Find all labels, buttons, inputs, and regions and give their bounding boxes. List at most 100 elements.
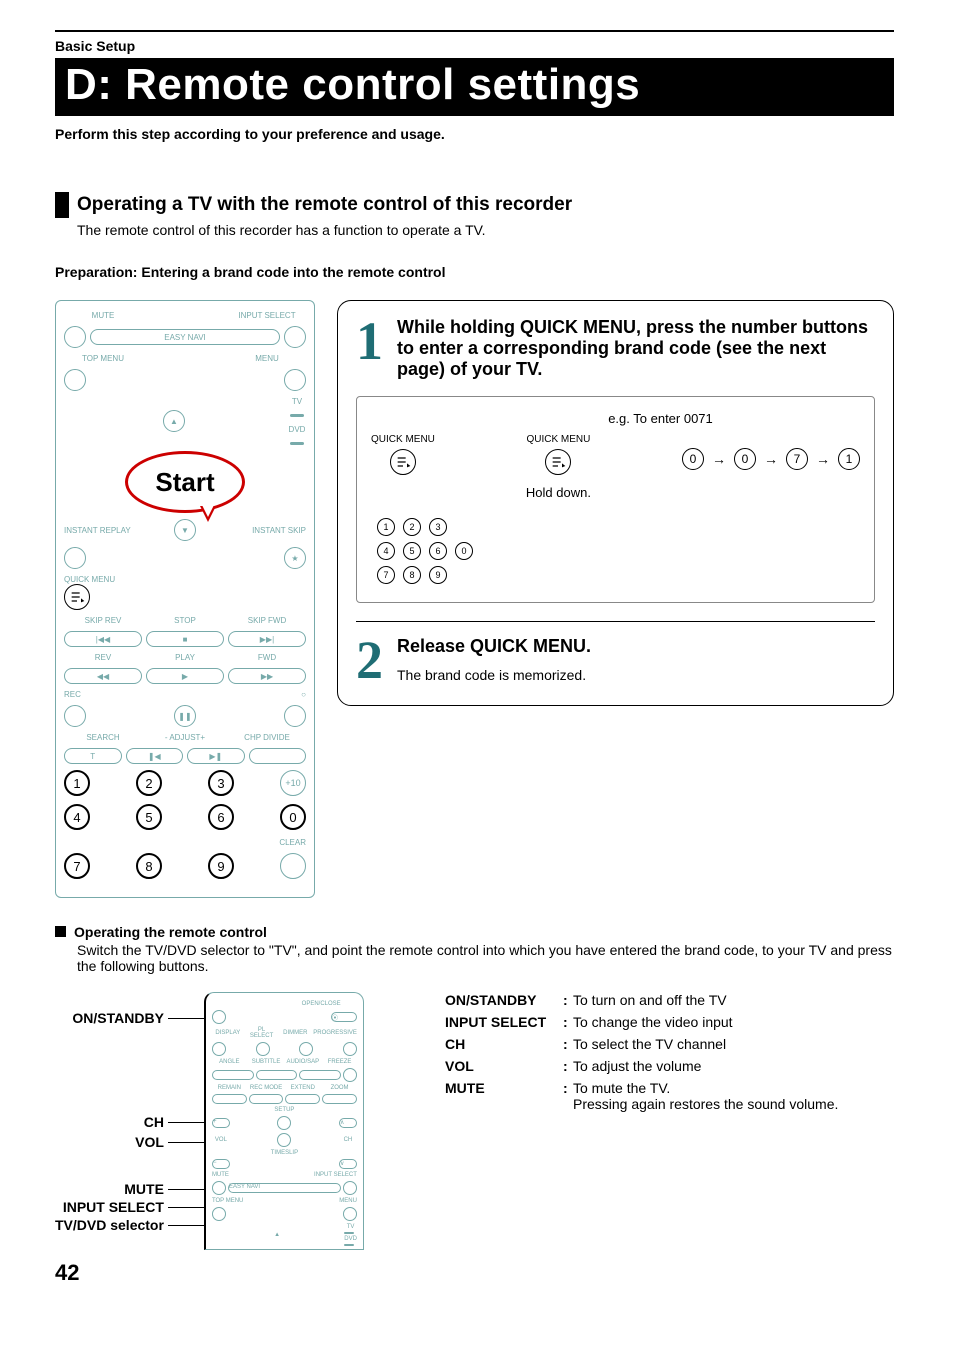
num-9-button: 9 (208, 853, 234, 879)
arrow-icon: → (816, 451, 830, 467)
adjust-label: - ADJUST+ (146, 733, 224, 742)
lbl-selector: TV/DVD selector (55, 1217, 164, 1233)
step-2-title: Release QUICK MENU. (397, 636, 875, 657)
quick-menu-label: QUICK MENU (64, 575, 115, 584)
steps-box: 1 While holding QUICK MENU, press the nu… (337, 300, 894, 706)
operating-desc: The remote control of this recorder has … (77, 222, 894, 238)
num-6-button: 6 (208, 804, 234, 830)
search-label: SEARCH (64, 733, 142, 742)
title-bar: D: Remote control settings (55, 58, 894, 116)
tv-slot-icon (290, 414, 304, 417)
def-body-mute-1: To mute the TV. (573, 1080, 894, 1096)
adjust-fwd-button: ▶❚ (187, 748, 245, 764)
standby-icon (212, 1010, 226, 1024)
step-1-title: While holding QUICK MENU, press the numb… (397, 317, 875, 380)
quick-menu-caption-2: QUICK MENU (526, 434, 590, 445)
open-close-icon: ⦿ (331, 1012, 357, 1022)
instant-replay-label: INSTANT REPLAY (64, 526, 170, 535)
play-button: ▶ (146, 668, 224, 684)
chp-divide-button (249, 748, 307, 764)
stop-button: ■ (146, 631, 224, 647)
lbl-vol: VOL (135, 1134, 164, 1150)
def-body-input: To change the video input (573, 1014, 894, 1030)
square-bullet-icon (55, 926, 66, 937)
seq-1: 1 (838, 448, 860, 470)
preparation-heading: Preparation: Entering a brand code into … (55, 264, 894, 280)
pause-button-icon: ❚❚ (174, 705, 196, 727)
def-body-standby: To turn on and off the TV (573, 992, 894, 1008)
adjust-rev-button: ❚◀ (126, 748, 184, 764)
subtitle: Perform this step according to your pref… (55, 126, 894, 142)
num-4-button: 4 (64, 804, 90, 830)
page-number: 42 (55, 1260, 894, 1286)
step-2-desc: The brand code is memorized. (397, 667, 875, 683)
instant-replay-button-icon (64, 547, 86, 569)
hold-down-text: Hold down. (526, 485, 591, 500)
heading-bar (55, 192, 69, 218)
search-t-button: T (64, 748, 122, 764)
tv-label: TV (292, 397, 302, 406)
stop-label: STOP (146, 616, 224, 625)
start-callout: Start (125, 451, 245, 513)
num-8-button: 8 (136, 853, 162, 879)
seq-0b: 0 (734, 448, 756, 470)
num-2-button: 2 (136, 770, 162, 796)
play-label: PLAY (146, 653, 224, 662)
skip-rev-button: |◀◀ (64, 631, 142, 647)
number-pad-small: 123 4560 789 (377, 518, 860, 584)
timeslip-icon (277, 1133, 291, 1147)
num-3-button: 3 (208, 770, 234, 796)
remote-menu-label: MENU (228, 354, 306, 363)
top-menu-button-icon (64, 369, 86, 391)
star-icon: ★ (284, 547, 306, 569)
def-body-ch: To select the TV channel (573, 1036, 894, 1052)
fwd-label: FWD (228, 653, 306, 662)
def-term-ch: CH (445, 1036, 563, 1052)
num-0-button: 0 (280, 804, 306, 830)
open-button-icon (284, 705, 306, 727)
quick-menu-icon-1 (390, 449, 416, 475)
rec-label: REC (64, 690, 142, 699)
easy-navi-button: EASY NAVI (90, 329, 280, 345)
num-7-button: 7 (64, 853, 90, 879)
skip-fwd-button: ▶▶| (228, 631, 306, 647)
remote-mute-label: MUTE (64, 311, 142, 320)
skip-fwd-label: SKIP FWD (228, 616, 306, 625)
remote-input-select-label: INPUT SELECT (228, 311, 306, 320)
num-1-button: 1 (64, 770, 90, 796)
chp-divide-label: CHP DIVIDE (228, 733, 306, 742)
seq-7: 7 (786, 448, 808, 470)
quick-menu-caption-1: QUICK MENU (371, 434, 435, 445)
operating-heading: Operating a TV with the remote control o… (77, 192, 572, 218)
page-title: D: Remote control settings (65, 60, 884, 110)
def-term-vol: VOL (445, 1058, 563, 1074)
num-plus10-button: +10 (280, 770, 306, 796)
num-5-button: 5 (136, 804, 162, 830)
mini-remote-diagram: OPEN/CLOSE ⦿ DISPLAYPL SELECTDIMMERPROGR… (204, 992, 364, 1250)
orc-desc: Switch the TV/DVD selector to "TV", and … (77, 942, 894, 974)
remote-diagram: MUTE INPUT SELECT EASY NAVI TOP MENU MEN… (55, 300, 315, 898)
arrow-icon: → (712, 451, 726, 467)
def-term-standby: ON/STANDBY (445, 992, 563, 1008)
orc-heading: Operating the remote control (74, 924, 267, 940)
step-1-number: 1 (356, 317, 383, 380)
dvd-label: DVD (289, 425, 306, 434)
def-body-vol: To adjust the volume (573, 1058, 894, 1074)
def-term-mute: MUTE (445, 1080, 563, 1112)
lbl-on-standby: ON/STANDBY (72, 1010, 164, 1026)
step-2-number: 2 (356, 636, 383, 685)
remote-top-menu-label: TOP MENU (64, 354, 142, 363)
def-body-mute-2: Pressing again restores the sound volume… (573, 1096, 894, 1112)
instant-skip-label: INSTANT SKIP (200, 526, 306, 535)
lbl-mute: MUTE (124, 1181, 164, 1197)
eg-label: e.g. To enter 0071 (461, 411, 860, 426)
step-1-example-box: e.g. To enter 0071 QUICK MENU QUICK MENU (356, 396, 875, 603)
dvd-slot-icon (290, 442, 304, 445)
fwd-button: ▶▶ (228, 668, 306, 684)
quick-menu-icon-2 (545, 449, 571, 475)
def-term-input: INPUT SELECT (445, 1014, 563, 1030)
section-label: Basic Setup (55, 38, 894, 54)
up-arrow-icon: ▲ (163, 410, 185, 432)
lbl-ch: CH (144, 1114, 164, 1130)
seq-0a: 0 (682, 448, 704, 470)
